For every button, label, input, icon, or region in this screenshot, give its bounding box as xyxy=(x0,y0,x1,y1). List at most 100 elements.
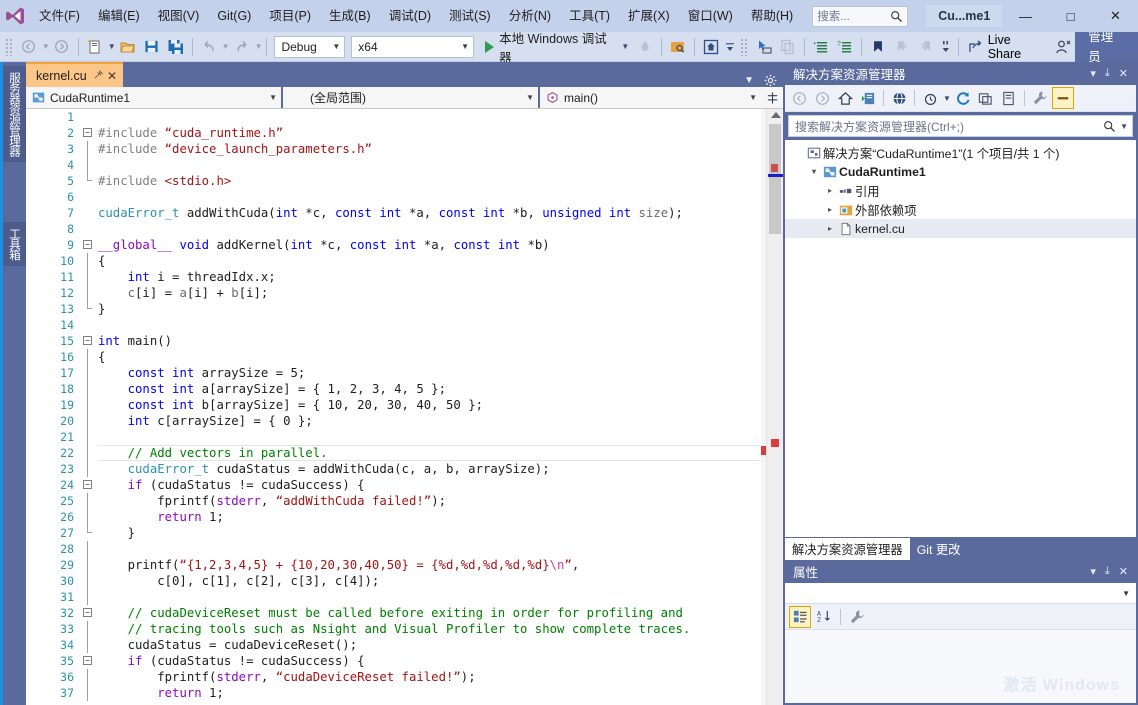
code-line[interactable] xyxy=(98,109,761,125)
open-file-icon[interactable] xyxy=(117,35,139,59)
next-bookmark-icon[interactable] xyxy=(915,35,937,59)
solution-explorer-search-input[interactable]: 搜索解决方案资源管理器(Ctrl+;) ▼ xyxy=(788,115,1133,137)
chevron-right-icon[interactable]: ▸ xyxy=(823,205,837,214)
se-show-all-files-icon[interactable] xyxy=(888,87,910,109)
code-line[interactable]: fprintf(stderr, “addWithCuda failed!”); xyxy=(98,493,761,509)
search-in-files-icon[interactable] xyxy=(667,35,689,59)
dock-tab-solution-explorer[interactable]: 解决方案资源管理器 xyxy=(785,538,910,560)
menu-item-tools[interactable]: 工具(T) xyxy=(560,0,619,32)
code-line[interactable]: } xyxy=(98,525,761,541)
fold-marker[interactable]: − xyxy=(80,605,98,621)
close-button[interactable]: ✕ xyxy=(1093,0,1138,32)
code-line[interactable] xyxy=(98,189,761,205)
fold-marker[interactable]: − xyxy=(80,125,98,141)
collapse-region-icon[interactable]: − xyxy=(83,656,92,665)
properties-alphabetical-icon[interactable]: AZ xyxy=(813,606,835,628)
code-line[interactable]: { xyxy=(98,253,761,269)
menu-item-analyze[interactable]: 分析(N) xyxy=(500,0,560,32)
account-icon[interactable] xyxy=(1052,35,1074,59)
scrollbar-thumb[interactable] xyxy=(769,124,781,234)
toolbar-grip[interactable] xyxy=(740,37,750,56)
search-options-dropdown-icon[interactable]: ▼ xyxy=(1120,122,1128,131)
start-debugging-dropdown-icon[interactable]: ▼ xyxy=(621,42,629,51)
code-line[interactable]: __global__ void addKernel(int *c, const … xyxy=(98,237,761,253)
hot-reload-icon[interactable] xyxy=(634,35,656,59)
toggle-bookmark-icon[interactable] xyxy=(867,35,889,59)
sidebar-item-server-explorer[interactable]: 服务器资源管理器 xyxy=(3,66,26,162)
code-line[interactable]: { xyxy=(98,349,761,365)
code-line[interactable]: } xyxy=(98,301,761,317)
se-properties-window-icon[interactable] xyxy=(998,87,1020,109)
code-line[interactable]: int c[arraySize] = { 0 }; xyxy=(98,413,761,429)
menu-item-window[interactable]: 窗口(W) xyxy=(679,0,742,32)
menu-item-test[interactable]: 测试(S) xyxy=(440,0,500,32)
navbar-project-combo[interactable]: CudaRuntime1 ▼ xyxy=(26,87,283,108)
code-text-area[interactable]: #include “cuda_runtime.h” #include “devic… xyxy=(98,109,761,705)
menu-item-project[interactable]: 项目(P) xyxy=(260,0,320,32)
dock-tab-git-changes[interactable]: Git 更改 xyxy=(910,538,968,560)
close-tab-icon[interactable]: ✕ xyxy=(107,69,117,83)
start-debugging-button[interactable]: 本地 Windows 调试器 ▼ xyxy=(481,32,633,65)
code-line[interactable] xyxy=(98,317,761,333)
toolbar-grip[interactable] xyxy=(5,37,14,56)
save-icon[interactable] xyxy=(141,35,163,59)
live-share-button[interactable]: Live Share xyxy=(963,33,1051,61)
code-line[interactable]: printf(“{1,2,3,4,5} + {10,20,30,40,50} =… xyxy=(98,557,761,573)
code-line[interactable]: // cudaDeviceReset must be called before… xyxy=(98,605,761,621)
code-line[interactable]: const int b[arraySize] = { 10, 20, 30, 4… xyxy=(98,397,761,413)
code-line[interactable]: cudaStatus = cudaDeviceReset(); xyxy=(98,637,761,653)
se-pending-history-icon[interactable] xyxy=(919,87,941,109)
menu-item-debug[interactable]: 调试(D) xyxy=(380,0,440,32)
copy-element-icon[interactable] xyxy=(777,35,799,59)
previous-bookmark-icon[interactable] xyxy=(891,35,913,59)
se-refresh-icon[interactable] xyxy=(952,87,974,109)
properties-categorized-icon[interactable] xyxy=(789,605,811,628)
pane-dropdown-icon[interactable]: ▾ xyxy=(1090,565,1096,578)
undo-dropdown-icon[interactable]: ▼ xyxy=(222,42,230,51)
fold-marker[interactable]: − xyxy=(80,477,98,493)
maximize-button[interactable]: □ xyxy=(1048,0,1093,32)
collapse-region-icon[interactable]: − xyxy=(83,240,92,249)
tree-node[interactable]: ▸ kernel.cu xyxy=(785,219,1136,238)
se-pending-changes-icon[interactable] xyxy=(857,87,879,109)
code-line[interactable]: return 1; xyxy=(98,509,761,525)
code-line[interactable]: fprintf(stderr, “cudaDeviceReset failed!… xyxy=(98,669,761,685)
properties-grid[interactable]: 激活 Windows xyxy=(785,630,1136,703)
tree-node[interactable]: ▸ 引用 xyxy=(785,181,1136,200)
home-window-icon[interactable] xyxy=(700,35,722,59)
minimize-button[interactable]: — xyxy=(1003,0,1048,32)
uncomment-lines-icon[interactable]: ? xyxy=(834,35,856,59)
redo-icon[interactable] xyxy=(231,35,253,59)
pane-pin-icon[interactable]: ⤓ xyxy=(1105,565,1110,578)
code-line[interactable] xyxy=(98,541,761,557)
navbar-scope-combo[interactable]: (全局范围) ▼ xyxy=(283,87,540,108)
sidebar-item-toolbox[interactable]: 工具箱 xyxy=(3,222,26,266)
code-folding-gutter[interactable]: − − − − − − xyxy=(80,109,98,705)
solution-configuration-combo[interactable]: Debug ▼ xyxy=(274,35,346,58)
global-search-input[interactable]: 搜索... xyxy=(812,5,909,27)
navbar-member-combo[interactable]: main() ▼ xyxy=(540,87,761,108)
code-line[interactable]: int i = threadIdx.x; xyxy=(98,269,761,285)
code-editor[interactable]: 1 2 3 4 5 6 7 8 9 10 11 12 13 14 15 16 17 18 19 20 21 22 23 24 2… xyxy=(26,109,783,705)
code-line[interactable]: int main() xyxy=(98,333,761,349)
select-element-icon[interactable] xyxy=(753,35,775,59)
solution-platform-combo[interactable]: x64 ▼ xyxy=(351,35,475,58)
breakpoint-gutter[interactable] xyxy=(26,109,40,705)
collapse-region-icon[interactable]: − xyxy=(83,480,92,489)
comment-lines-icon[interactable] xyxy=(810,35,832,59)
se-home-icon[interactable] xyxy=(834,87,856,109)
code-line[interactable]: if (cudaStatus != cudaSuccess) { xyxy=(98,477,761,493)
se-forward-icon[interactable] xyxy=(811,87,833,109)
tree-node[interactable]: 解决方案“CudaRuntime1”(1 个项目/共 1 个) xyxy=(785,143,1136,162)
pane-dropdown-icon[interactable]: ▾ xyxy=(1090,67,1096,80)
code-line[interactable]: c[0], c[1], c[2], c[3], c[4]); xyxy=(98,573,761,589)
code-line[interactable]: cudaError_t addWithCuda(int *c, const in… xyxy=(98,205,761,221)
fold-marker[interactable]: − xyxy=(80,237,98,253)
new-project-dropdown-icon[interactable]: ▼ xyxy=(108,42,116,51)
chevron-right-icon[interactable]: ▸ xyxy=(823,186,837,195)
code-line[interactable]: // tracing tools such as Nsight and Visu… xyxy=(98,621,761,637)
menu-item-file[interactable]: 文件(F) xyxy=(30,0,89,32)
collapse-region-icon[interactable]: − xyxy=(83,336,92,345)
menu-item-git[interactable]: Git(G) xyxy=(208,0,260,32)
code-line[interactable]: // Add vectors in parallel. xyxy=(98,445,761,461)
